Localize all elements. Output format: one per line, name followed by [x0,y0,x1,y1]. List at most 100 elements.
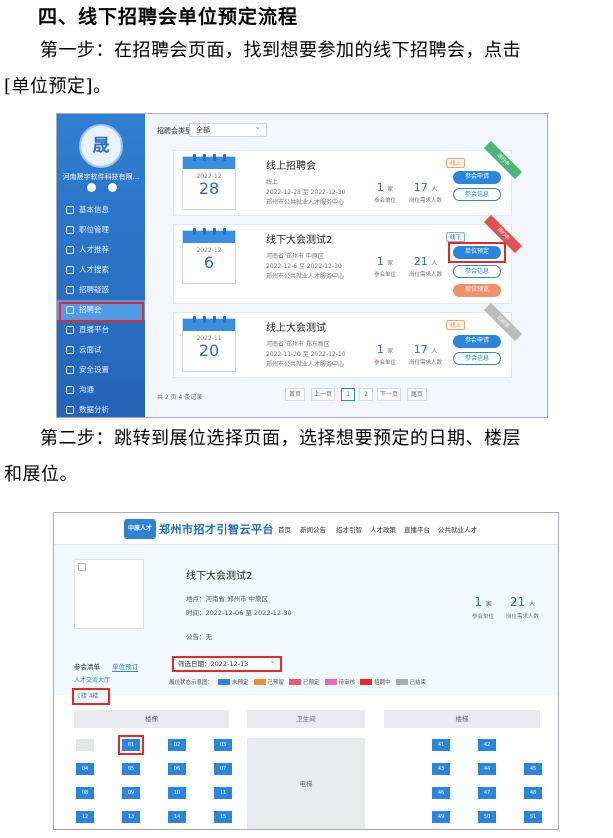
booth-42[interactable]: 42 [478,739,496,751]
company-logo: 晟 [79,124,123,168]
booth-04[interactable]: 04 [76,763,94,775]
nav-home[interactable]: 首页 [278,524,291,534]
floor-selector[interactable]: 1楼 4楼 [72,688,110,705]
booth-preview-button[interactable]: 展位预览 [453,284,501,297]
booth-49[interactable]: 49 [432,811,450,823]
sidebar-item-talent-search[interactable]: 人才搜索 [57,260,145,280]
nav-talent[interactable]: 招才引智 [336,524,362,534]
highlight-booth-01 [118,735,144,755]
screenshot-job-fair-list: 晟 河南晟宇软件科技有限... 基本信息 职位管理 人才推荐 人才搜索 招聘疑惑… [56,113,548,418]
video-icon [66,346,74,354]
message-icon[interactable] [87,183,96,192]
site-header: 中原人才 郑州市招才引智云平台 首页 新闻公告 招才引智 人才政策 直播平台 公… [54,513,558,545]
page-1[interactable]: 1 [341,388,355,401]
units-stat: 1 家参会单位 [374,343,397,366]
sidebar-item-basic-info[interactable]: 基本信息 [57,200,145,220]
booth-06[interactable]: 06 [168,763,186,775]
booth-41[interactable]: 41 [432,739,450,751]
apply-button[interactable]: 参会申请 [453,171,501,184]
fair-card: 2022-12 6 线下大会测试2 线下 河南省 郑州市 中原区 2022-12… [173,214,523,304]
page-last[interactable]: 尾页 [407,388,427,401]
fair-tag: 线下 [446,232,466,242]
booth-15[interactable]: 15 [214,811,232,823]
step2-line1: 第二步：跳转到展位选择页面，选择想要预定的日期、楼层 [40,428,521,449]
sidebar-item-security[interactable]: 安全设置 [57,360,145,380]
booth-44[interactable]: 44 [478,763,496,775]
booth-14[interactable]: 14 [168,811,186,823]
search-icon [66,266,74,274]
booth-45[interactable]: 45 [524,763,542,775]
step1-line1: 第一步：在招聘会页面，找到想要参加的线下招聘会，点击 [40,40,521,61]
booth-03[interactable]: 03 [214,739,232,751]
apply-button[interactable]: 参会申请 [453,335,501,348]
calendar-icon: 2022-12 28 [182,154,236,210]
fair-notice: 公告：无 [186,633,212,641]
tab-unit-booking[interactable]: 单位预订 [112,663,139,672]
sidebar-item-jobs[interactable]: 职位管理 [57,220,145,240]
highlight-job-fair [59,302,144,322]
booth-05[interactable]: 05 [122,763,140,775]
nav-live[interactable]: 直播平台 [404,524,430,534]
sidebar-item-talent-recommend[interactable]: 人才推荐 [57,240,145,260]
booth-empty [76,739,94,751]
booth-09[interactable]: 09 [122,787,140,799]
sidebar-item-analytics[interactable]: 数据分析 [57,400,145,417]
needs-stat: 17 人岗位需求人数 [409,181,443,204]
booth-11[interactable]: 11 [214,787,232,799]
tab-attendee-list[interactable]: 参会清单 [74,663,100,671]
booth-48[interactable]: 48 [524,787,542,799]
fair-org: 郑州市公共就业人才服务中心 [266,273,345,280]
info-button[interactable]: 参会信息 [453,265,501,278]
sidebar-item-cloud-interview[interactable]: 云面试 [57,340,145,360]
booth-46[interactable]: 46 [432,787,450,799]
nav-news[interactable]: 新闻公告 [300,524,326,534]
page-first[interactable]: 首页 [285,388,305,401]
platform-name[interactable]: 郑州市招才引智云平台 [159,521,274,537]
settings-icon[interactable] [108,183,117,192]
sidebar-item-chat[interactable]: 沟通 [57,380,145,400]
fair-title[interactable]: 线下大会测试2 [266,231,332,246]
legend-swatch [360,679,373,685]
booth-12[interactable]: 12 [76,811,94,823]
date-filter-select[interactable]: 筛选日期：2022-12-13 [172,655,282,672]
page-2[interactable]: 2 [359,388,373,401]
booth-07[interactable]: 07 [214,763,232,775]
pagination: 共 2 页 4 条记录 首页 上一页 1 2 下一页 尾页 [157,388,537,401]
question-icon [66,286,74,294]
booth-08[interactable]: 08 [76,787,94,799]
booth-43[interactable]: 43 [432,763,450,775]
fair-image [74,559,144,629]
page-next[interactable]: 下一页 [377,388,401,401]
nav-policy[interactable]: 人才政策 [370,524,396,534]
sidebar-item-live[interactable]: 直播平台 [57,320,145,340]
step1-line2: [单位预定]。 [4,76,112,97]
booth-51[interactable]: 51 [524,811,542,823]
fair-place: 线上 [266,179,279,186]
fair-tag: 线上 [446,158,466,168]
booth-status-legend: 展位状态示意图： 未预定 已预留 已预定 待审核 招聘中 已结束 [169,679,427,686]
fair-title[interactable]: 线上招聘会 [266,157,316,172]
user-icon [66,246,74,254]
booth-13[interactable]: 13 [122,811,140,823]
info-icon [66,206,74,214]
booth-47[interactable]: 47 [478,787,496,799]
fair-time: 2022-12-28 至 2022-12-30 [266,189,346,196]
units-stat: 1 家参会单位 [374,255,397,278]
fair-type-select[interactable]: 全部 [189,121,267,137]
stairs-left: 楼梯 [74,710,229,728]
hall-link[interactable]: 人才交流大厅 [74,675,110,684]
booth-02[interactable]: 02 [168,739,186,751]
booth-10[interactable]: 10 [168,787,186,799]
booth-50[interactable]: 50 [478,811,496,823]
legend-swatch [395,679,408,685]
info-button[interactable]: 参会信息 [453,188,501,201]
restroom: 卫生间 [247,710,365,728]
sidebar-item-faq[interactable]: 招聘疑惑 [57,280,145,300]
page-prev[interactable]: 上一页 [311,388,335,401]
fair-title[interactable]: 线上大会测试 [266,319,326,334]
info-button[interactable]: 参会信息 [453,352,501,365]
fair-time: 2022-12-6 至 2022-12-30 [266,263,342,270]
platform-logo[interactable]: 中原人才 [124,519,156,539]
legend-swatch [289,679,302,685]
nav-employment[interactable]: 公共就业人才 [438,524,477,534]
